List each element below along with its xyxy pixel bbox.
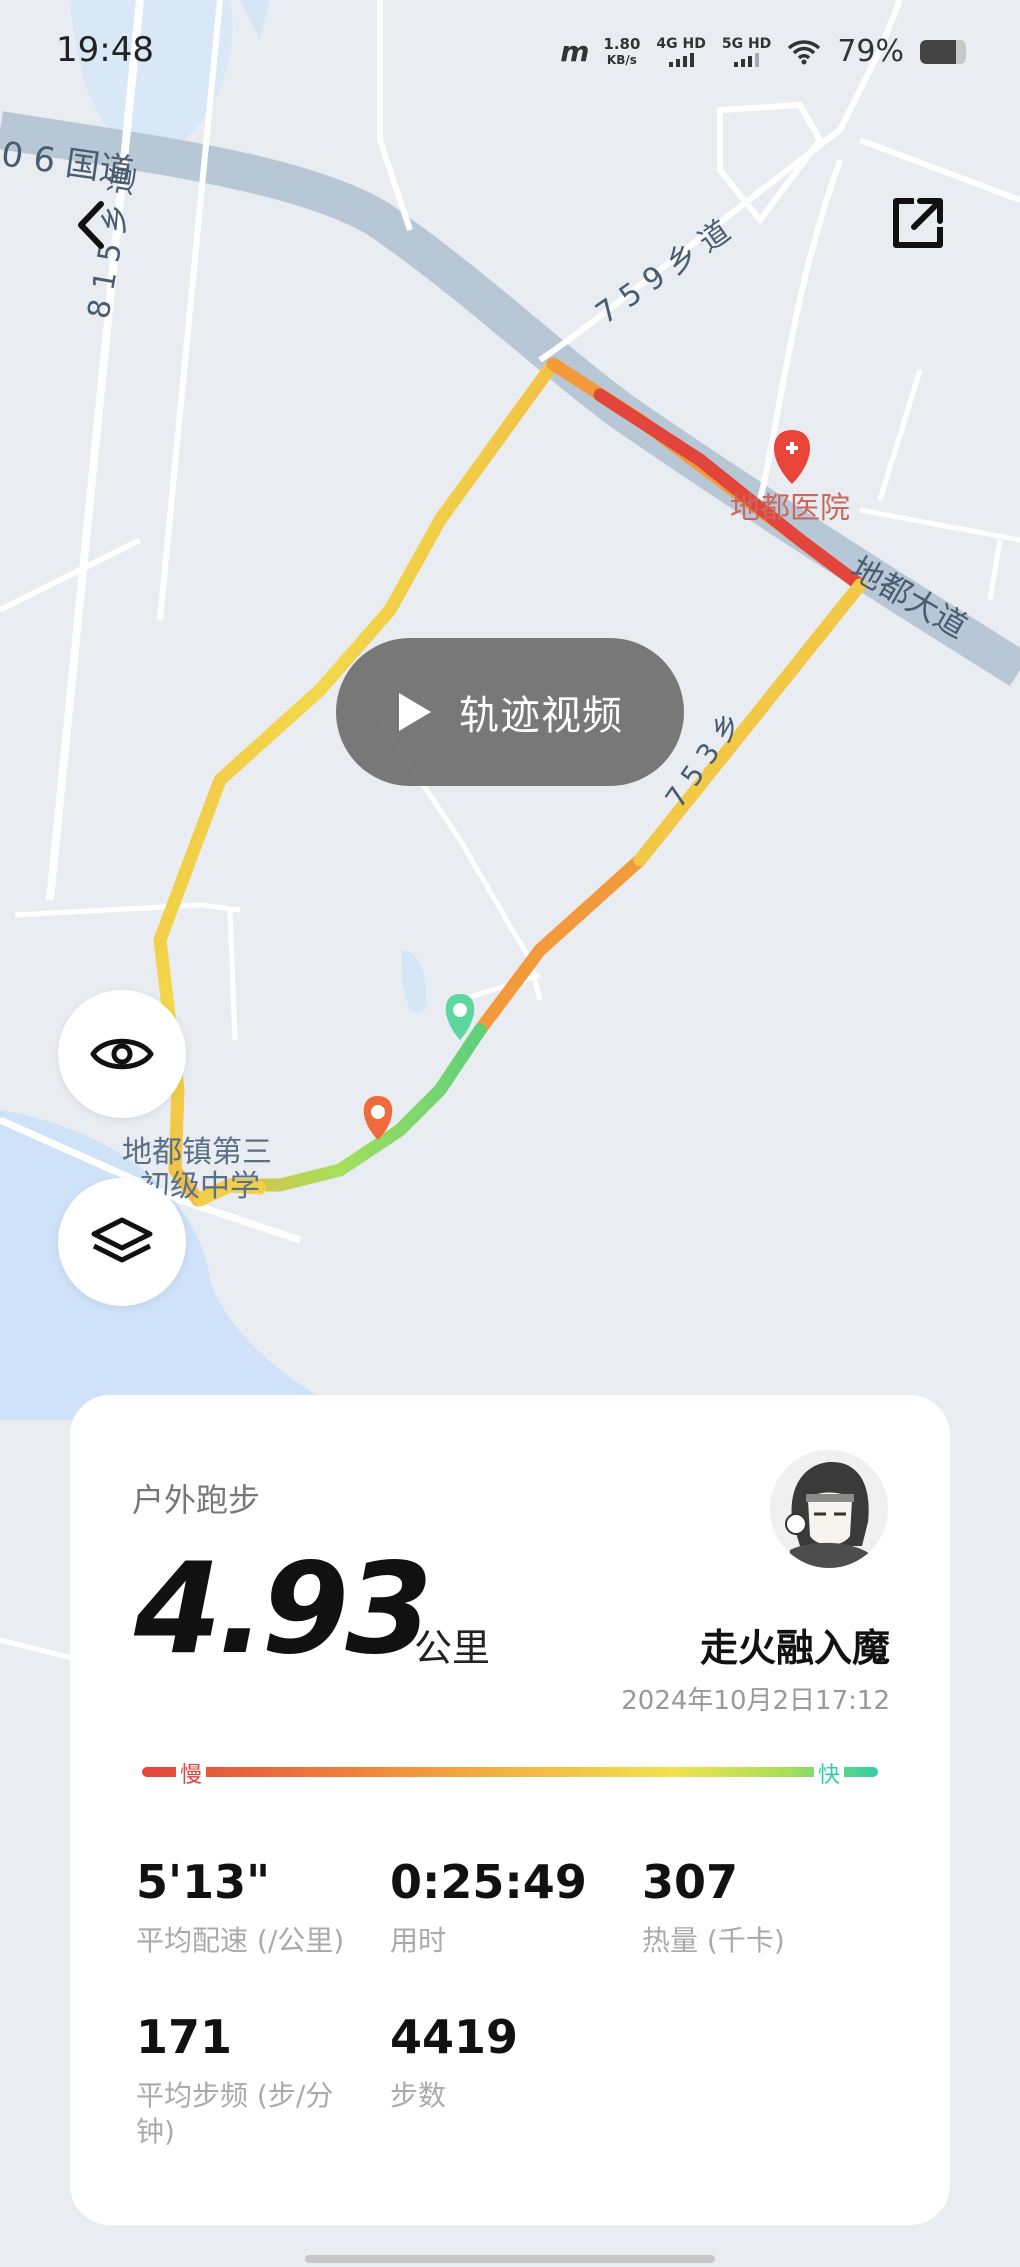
stat-value: 307: [642, 1855, 739, 1909]
layers-icon: [91, 1217, 153, 1263]
sim2-signal-icon: 5G HD: [722, 37, 771, 67]
network-speed: 1.80 KB/s: [603, 34, 641, 67]
battery-icon: [920, 39, 966, 64]
username: 走火融入魔: [699, 1626, 890, 1670]
status-time: 19:48: [56, 30, 154, 70]
play-icon: [399, 693, 431, 731]
battery-percent: 79%: [837, 34, 904, 69]
stat-value: 171: [136, 2010, 233, 2064]
workout-summary-card: 户外跑步 4.93 公里 走火融入魔 2024年10月2日17:12 慢 快 5…: [70, 1395, 950, 2225]
stat-calories: 307 热量 (千卡): [642, 1855, 882, 1959]
stat-value: 5'13": [136, 1855, 271, 1909]
wifi-icon: [788, 39, 821, 64]
back-button[interactable]: [60, 190, 120, 260]
pace-slow-label: 慢: [176, 1757, 207, 1789]
track-video-button[interactable]: 轨迹视频: [336, 638, 684, 786]
track-video-label: 轨迹视频: [459, 693, 623, 739]
chevron-left-icon: [78, 201, 104, 249]
stat-label: 用时: [390, 1924, 447, 1957]
sim1-signal-icon: 4G HD: [656, 37, 706, 67]
workout-datetime: 2024年10月2日17:12: [621, 1686, 890, 1716]
stat-value: 0:25:49: [390, 1855, 587, 1909]
stat-steps: 4419 步数: [390, 2010, 630, 2114]
home-indicator[interactable]: [305, 2255, 715, 2263]
pace-fast-label: 快: [814, 1757, 845, 1789]
status-icons: m 1.80 KB/s 4G HD 5G HD 79%: [560, 34, 966, 69]
share-button[interactable]: [885, 190, 951, 256]
map-label-hospital: 地都医院: [730, 491, 850, 526]
stat-duration: 0:25:49 用时: [390, 1855, 630, 1959]
user-avatar-icon: [770, 1450, 888, 1568]
status-bar: 19:48 m 1.80 KB/s 4G HD 5G HD 79%: [0, 0, 1020, 110]
stat-label: 平均配速 (/公里): [136, 1924, 345, 1957]
sport-type-label: 户外跑步: [132, 1481, 261, 1519]
stat-label: 步数: [390, 2079, 447, 2112]
distance-unit: 公里: [414, 1626, 491, 1670]
pace-legend-bar: [142, 1767, 878, 1777]
carrier-logo-icon: m: [560, 35, 589, 68]
stat-value: 4419: [390, 2010, 519, 2064]
eye-icon: [90, 1038, 154, 1070]
stat-cadence: 171 平均步频 (步/分钟): [136, 2010, 346, 2150]
map-layers-button[interactable]: [58, 1178, 186, 1306]
distance-value: 4.93: [134, 1535, 433, 1682]
avatar[interactable]: [770, 1450, 888, 1568]
stat-label: 平均步频 (步/分钟): [136, 2079, 334, 2148]
map-label-school-line1: 地都镇第三: [122, 1135, 272, 1170]
stat-label: 热量 (千卡): [642, 1924, 785, 1957]
visibility-toggle-button[interactable]: [58, 990, 186, 1118]
share-external-icon: [893, 198, 943, 248]
stat-avg-pace: 5'13" 平均配速 (/公里): [136, 1855, 376, 1959]
